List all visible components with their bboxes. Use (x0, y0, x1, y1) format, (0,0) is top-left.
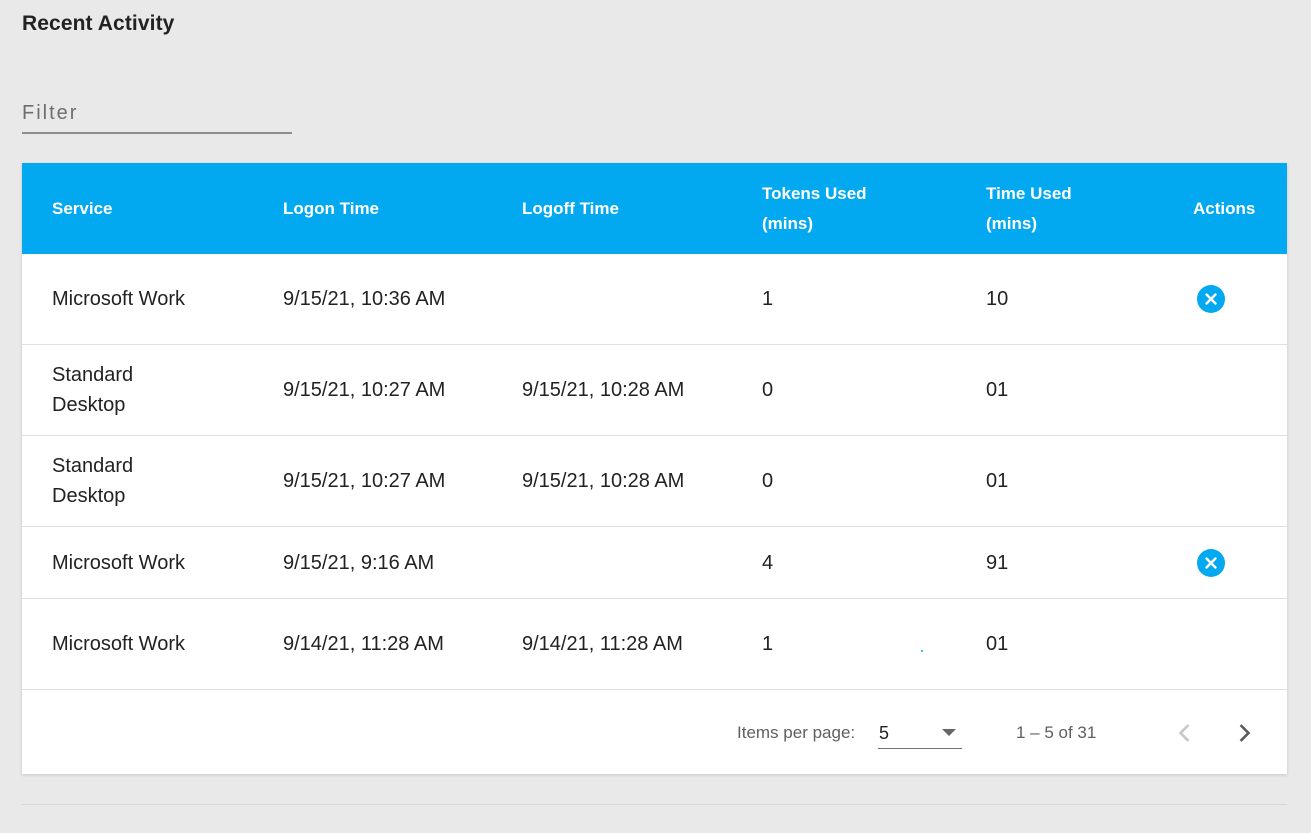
divider (22, 804, 1287, 805)
page-range-label: 1 – 5 of 31 (1016, 723, 1097, 742)
cell-tokens-used: 0 (762, 470, 774, 492)
cell-tokens-used: 1 (762, 288, 774, 310)
close-icon (1205, 557, 1217, 569)
cancel-session-button[interactable] (1197, 285, 1225, 313)
items-per-page-select[interactable]: 5 (878, 717, 962, 749)
cell-service: Microsoft Work (52, 551, 185, 574)
cell-logon-time: 9/14/21, 11:28 AM (283, 633, 444, 655)
filter-field[interactable] (22, 98, 292, 134)
column-header-tokens-used[interactable]: Tokens Used (mins) (762, 163, 892, 254)
cell-logoff-time: 9/14/21, 11:28 AM (522, 633, 683, 655)
cell-tokens-used: 4 (762, 551, 774, 574)
cell-logon-time: 9/15/21, 9:16 AM (283, 551, 435, 574)
table-header: Service Logon Time Logoff Time Tokens Us… (22, 163, 1287, 254)
decorative-dot (921, 650, 923, 652)
items-per-page-label: Items per page: (737, 723, 856, 742)
cancel-session-button[interactable] (1197, 549, 1225, 577)
close-icon (1205, 293, 1217, 305)
column-header-logon-time[interactable]: Logon Time (283, 163, 483, 254)
cell-service: Microsoft Work (52, 288, 185, 310)
page-title: Recent Activity (22, 12, 175, 35)
chevron-left-icon (1178, 724, 1190, 742)
column-header-logoff-time[interactable]: Logoff Time (522, 163, 722, 254)
column-header-actions: Actions (1193, 198, 1256, 218)
table-row: Microsoft Work 9/15/21, 9:16 AM 4 91 (22, 527, 1287, 599)
cell-logon-time: 9/15/21, 10:27 AM (283, 379, 446, 401)
chevron-right-icon (1239, 724, 1251, 742)
table-row: Microsoft Work 9/15/21, 10:36 AM 1 10 (22, 254, 1287, 345)
table-row: Microsoft Work 9/14/21, 11:28 AM 9/14/21… (22, 599, 1287, 690)
filter-input[interactable] (22, 98, 292, 128)
paginator: Items per page: 5 1 – 5 of 31 (22, 691, 1287, 774)
cell-service: Standard Desktop (52, 455, 134, 507)
cell-logon-time: 9/15/21, 10:27 AM (283, 470, 446, 492)
cell-service: Microsoft Work (52, 633, 185, 655)
cell-time-used: 01 (986, 633, 1009, 655)
cell-service: Standard Desktop (52, 364, 134, 416)
cell-logoff-time (522, 527, 692, 598)
cell-tokens-used: 0 (762, 379, 774, 401)
cell-time-used: 91 (986, 551, 1009, 574)
table-row: Standard Desktop 9/15/21, 10:27 AM 9/15/… (22, 345, 1287, 436)
cell-logoff-time (522, 254, 692, 344)
cell-logoff-time: 9/15/21, 10:28 AM (522, 379, 685, 401)
cell-time-used: 01 (986, 379, 1009, 401)
cell-logon-time: 9/15/21, 10:36 AM (283, 288, 446, 310)
cell-time-used: 10 (986, 288, 1009, 310)
recent-activity-page: Recent Activity Service Logon Time Logof… (0, 0, 1311, 833)
items-per-page-value: 5 (879, 723, 890, 743)
previous-page-button[interactable] (1168, 717, 1200, 749)
column-header-service[interactable]: Service (52, 163, 252, 254)
column-header-time-used[interactable]: Time Used (mins) (986, 163, 1096, 254)
dropdown-arrow-icon (942, 729, 956, 736)
cell-logoff-time: 9/15/21, 10:28 AM (522, 470, 685, 492)
next-page-button[interactable] (1229, 717, 1261, 749)
cell-tokens-used: 1 (762, 633, 774, 655)
activity-table-card: Service Logon Time Logoff Time Tokens Us… (22, 163, 1287, 774)
table-row: Standard Desktop 9/15/21, 10:27 AM 9/15/… (22, 436, 1287, 527)
cell-time-used: 01 (986, 470, 1009, 492)
